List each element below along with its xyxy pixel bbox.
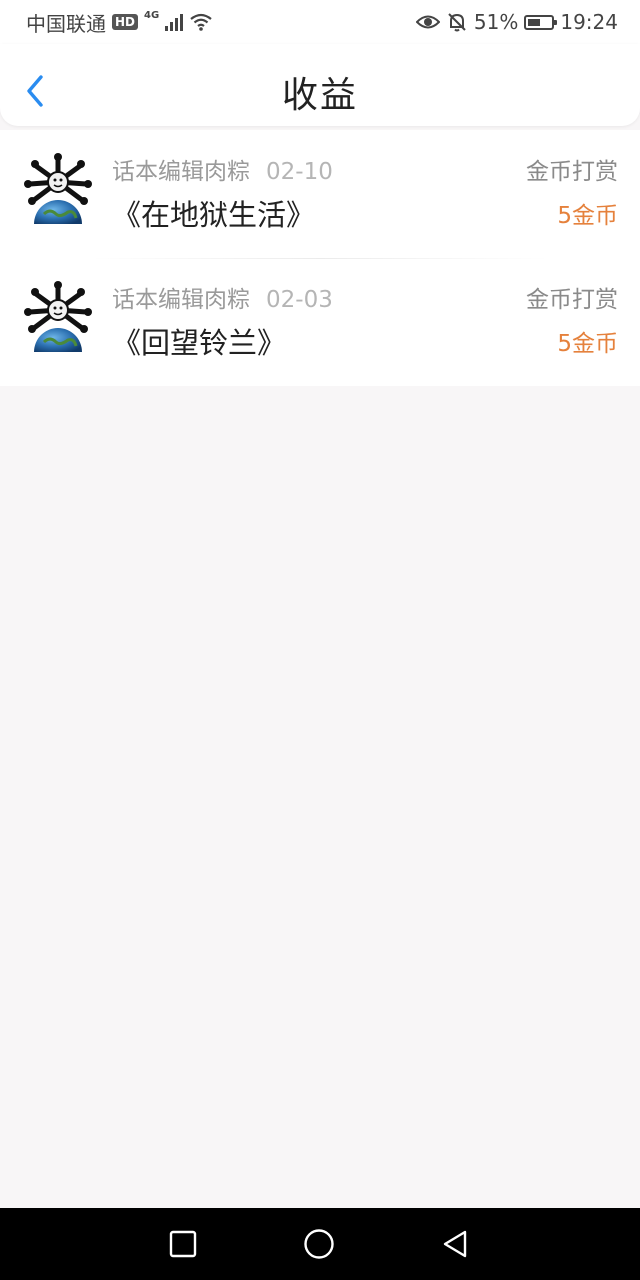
bell-muted-icon (448, 13, 466, 32)
record-date: 02-03 (266, 287, 333, 313)
wifi-icon (190, 13, 212, 31)
sender-name: 话本编辑肉粽 (112, 287, 250, 313)
battery-icon (524, 14, 558, 30)
clock: 19:24 (560, 10, 618, 34)
book-title: 《回望铃兰》 (112, 326, 287, 360)
avatar (24, 153, 92, 224)
avatar (24, 281, 92, 352)
status-right: 51% 19:24 (415, 10, 618, 34)
status-left: 中国联通 HD 4G (26, 8, 213, 37)
earnings-list: 话本编辑肉粽 02-10 《在地狱生活》 金币打赏 5金币 话本编辑肉粽 02-… (0, 130, 640, 386)
book-title: 《在地狱生活》 (112, 198, 316, 232)
battery-percent: 51% (473, 10, 519, 34)
carrier-name: 中国联通 (26, 11, 106, 36)
recents-square-icon (169, 1230, 197, 1258)
home-button[interactable] (301, 1226, 337, 1262)
network-type: 4G (144, 9, 160, 21)
earning-record[interactable]: 话本编辑肉粽 02-10 《在地狱生活》 金币打赏 5金币 (0, 130, 640, 258)
battery-fill (528, 18, 540, 26)
page-title: 收益 (281, 75, 358, 116)
reward-amount: 5金币 (557, 203, 618, 229)
record-meta: 话本编辑肉粽 02-03 (112, 280, 333, 314)
back-nav-button[interactable] (438, 1226, 474, 1262)
system-nav-bar (0, 1208, 640, 1280)
back-triangle-icon (443, 1230, 467, 1258)
reward-amount: 5金币 (557, 331, 618, 357)
recents-button[interactable] (165, 1226, 201, 1262)
record-meta: 话本编辑肉粽 02-10 (112, 152, 333, 186)
earning-record[interactable]: 话本编辑肉粽 02-03 《回望铃兰》 金币打赏 5金币 (0, 258, 640, 386)
sender-name: 话本编辑肉粽 (112, 159, 250, 185)
status-bar: 中国联通 HD 4G 51% 19:24 (0, 0, 640, 44)
home-circle-icon (304, 1229, 334, 1259)
eye-icon (415, 15, 440, 29)
signal-icon (165, 13, 184, 31)
header-bar: 收益 (0, 44, 640, 126)
record-date: 02-10 (266, 159, 333, 185)
reward-type: 金币打赏 (526, 287, 618, 313)
reward-type: 金币打赏 (526, 159, 618, 185)
hd-badge: HD (112, 14, 139, 30)
